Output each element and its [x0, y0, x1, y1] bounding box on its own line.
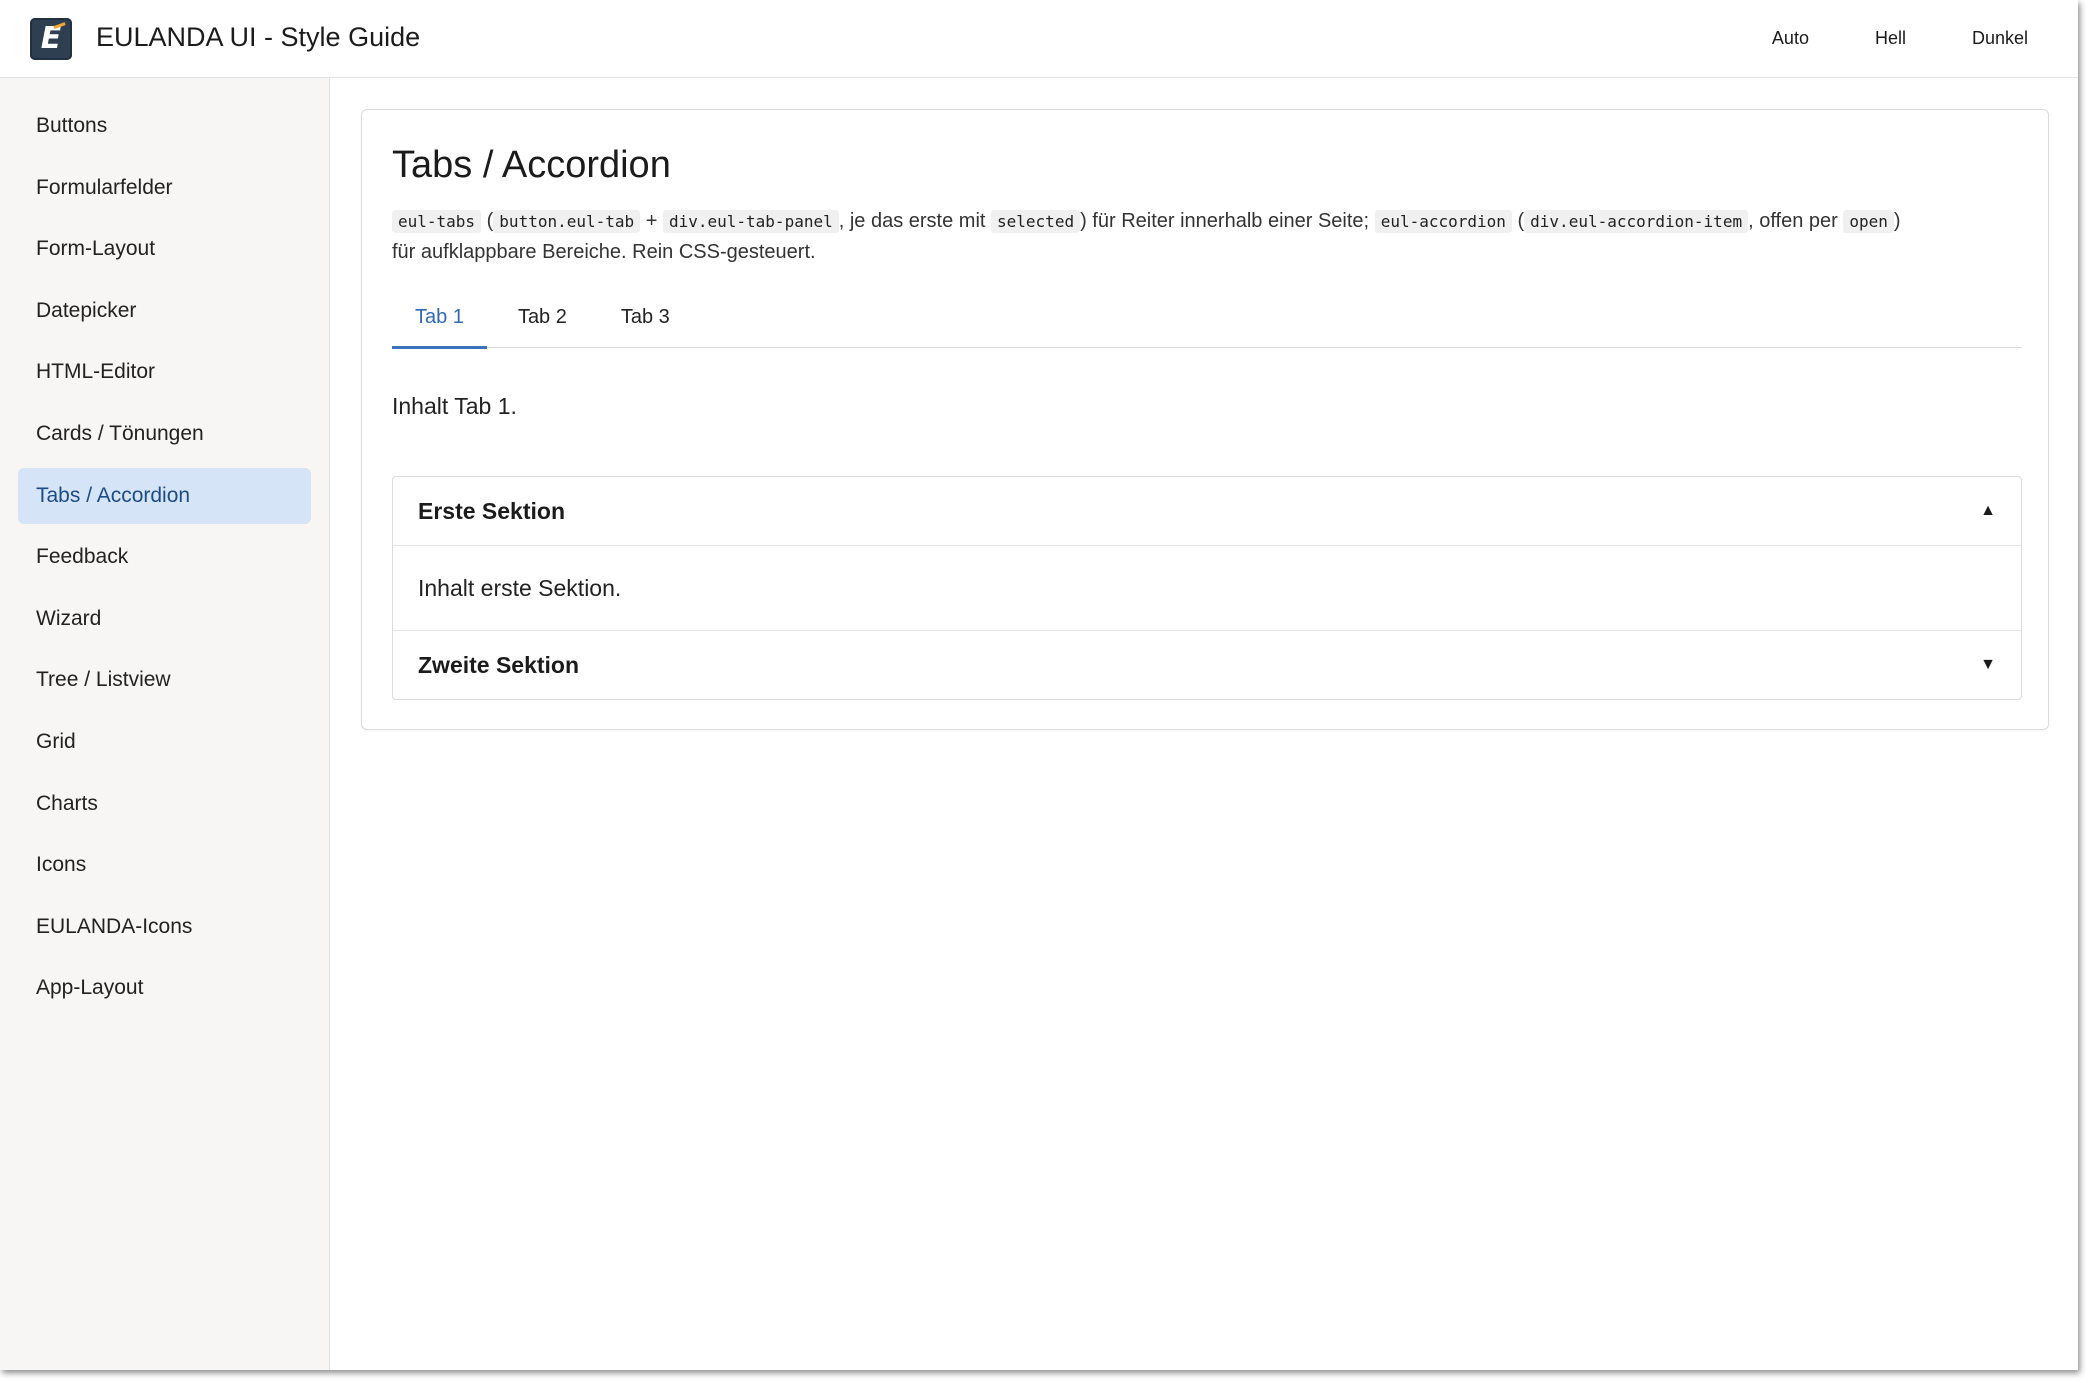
code-snippet: eul-tabs — [392, 210, 482, 233]
accordion-item-content: Inhalt erste Sektion. — [393, 545, 2021, 631]
sidebar-nav: Buttons Formularfelder Form-Layout Datep… — [0, 78, 330, 1370]
description-text: für aufklappbare Bereiche. Rein CSS-gest… — [392, 241, 816, 263]
tab-2[interactable]: Tab 2 — [495, 287, 590, 348]
theme-auto-button[interactable]: Auto — [1754, 26, 1827, 51]
content-card: Tabs / Accordion eul-tabs (button.eul-ta… — [361, 109, 2049, 730]
sidebar-item-grid[interactable]: Grid — [18, 714, 311, 770]
sidebar-item-feedback[interactable]: Feedback — [18, 529, 311, 585]
sidebar-item-icons[interactable]: Icons — [18, 837, 311, 893]
description-text: ) — [1893, 210, 1901, 232]
sidebar-item-form-layout[interactable]: Form-Layout — [18, 221, 311, 277]
sidebar-item-formularfelder[interactable]: Formularfelder — [18, 160, 311, 216]
code-snippet: selected — [991, 210, 1081, 233]
sidebar-item-tabs-accordion[interactable]: Tabs / Accordion — [18, 467, 311, 524]
sidebar-item-buttons[interactable]: Buttons — [18, 98, 311, 154]
accordion: Erste Sektion ▲ Inhalt erste Sektion. Zw… — [392, 476, 2022, 700]
sidebar-item-datepicker[interactable]: Datepicker — [18, 283, 311, 339]
page-title: Tabs / Accordion — [392, 144, 671, 186]
eulanda-logo-icon: E — [30, 18, 72, 60]
sidebar-item-html-editor[interactable]: HTML-Editor — [18, 344, 311, 400]
accordion-item-zweite-sektion[interactable]: Zweite Sektion ▼ — [393, 631, 2021, 699]
sidebar-item-cards[interactable]: Cards / Tönungen — [18, 406, 311, 462]
app-header: E EULANDA UI - Style Guide Auto Hell Dun… — [0, 0, 2078, 78]
accordion-item-erste-sektion[interactable]: Erste Sektion ▲ — [393, 477, 2021, 545]
tab-panel: Inhalt Tab 1. — [392, 393, 517, 419]
tab-1[interactable]: Tab 1 — [392, 287, 487, 349]
chevron-down-icon: ▼ — [1980, 656, 1996, 673]
code-snippet: div.eul-accordion-item — [1524, 210, 1749, 233]
tab-bar: Tab 1 Tab 2 Tab 3 — [392, 287, 2022, 349]
description-text: , offen per — [1748, 210, 1838, 232]
code-snippet: div.eul-tab-panel — [662, 210, 839, 233]
theme-hell-button[interactable]: Hell — [1857, 26, 1924, 51]
code-snippet: button.eul-tab — [493, 210, 641, 233]
sidebar-item-app-layout[interactable]: App-Layout — [18, 960, 311, 1016]
description-text: + — [645, 210, 658, 232]
description-text: , je das erste mit — [838, 210, 986, 232]
sidebar-item-charts[interactable]: Charts — [18, 776, 311, 832]
sidebar-item-eulanda-icons[interactable]: EULANDA-Icons — [18, 899, 311, 955]
theme-dunkel-button[interactable]: Dunkel — [1954, 26, 2046, 51]
accordion-item-title: Erste Sektion — [418, 497, 565, 524]
main-content: Tabs / Accordion eul-tabs (button.eul-ta… — [331, 78, 2078, 1370]
code-snippet: open — [1843, 210, 1894, 233]
description-text: ) für Reiter innerhalb einer Seite; — [1080, 210, 1370, 232]
sidebar-item-tree-listview[interactable]: Tree / Listview — [18, 652, 311, 708]
tab-3[interactable]: Tab 3 — [598, 287, 693, 348]
accordion-item-title: Zweite Sektion — [418, 651, 580, 678]
description: eul-tabs (button.eul-tab + div.eul-tab-p… — [392, 206, 2032, 268]
theme-switcher: Auto Hell Dunkel — [1724, 26, 2046, 51]
app-title: EULANDA UI - Style Guide — [96, 22, 421, 52]
sidebar-item-wizard[interactable]: Wizard — [18, 591, 311, 647]
chevron-up-icon: ▲ — [1980, 502, 1996, 519]
app-window: E EULANDA UI - Style Guide Auto Hell Dun… — [0, 0, 2078, 1370]
code-snippet: eul-accordion — [1374, 210, 1512, 233]
